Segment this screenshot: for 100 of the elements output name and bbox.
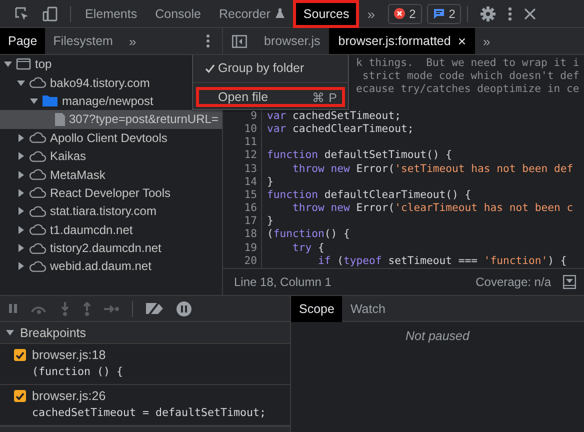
collapsed-triangle-icon[interactable] — [17, 152, 25, 160]
more-tabs-button[interactable]: » — [475, 34, 498, 48]
navigator-tab[interactable]: Filesystem — [45, 28, 121, 54]
code-line: } — [267, 176, 274, 189]
tree-item[interactable]: t1.daumcdn.net — [0, 220, 222, 239]
tree-item[interactable]: webid.ad.daum.net — [0, 257, 222, 276]
coverage-status: Coverage: n/a — [476, 275, 551, 289]
tree-label: webid.ad.daum.net — [50, 259, 152, 274]
cursor-position: Line 18, Column 1 — [234, 275, 332, 289]
line-number: 16 — [243, 202, 257, 216]
panel-tab[interactable]: Recorder — [210, 2, 294, 26]
tree-item[interactable]: tistory2.daumcdn.net — [0, 238, 222, 258]
code-line: try { — [292, 242, 324, 255]
deactivate-breakpoints-icon[interactable] — [145, 302, 164, 315]
inspect-icon[interactable] — [14, 6, 30, 22]
not-paused-message: Not paused — [406, 329, 470, 343]
cloud-icon — [29, 206, 46, 217]
toggle-sidebar-icon[interactable] — [232, 34, 247, 48]
tree-label: top — [35, 57, 52, 72]
device-icon[interactable] — [42, 6, 58, 22]
code-line: var cachedSetTimeout; — [267, 110, 401, 123]
collapsed-triangle-icon[interactable] — [17, 226, 25, 234]
code-line: k things. But we need to wrap it i — [356, 57, 580, 70]
file-tab[interactable]: browser.js:formatted × — [329, 28, 476, 54]
collapsed-triangle-icon[interactable] — [17, 134, 25, 142]
tree-label: manage/newpost — [62, 94, 154, 108]
error-badge[interactable]: 2 — [388, 4, 422, 24]
line-number: 14 — [243, 176, 257, 189]
tree-label: React Developer Tools — [50, 186, 171, 200]
code-line: strict mode code which doesn't def — [361, 70, 580, 84]
breakpoint-code: (function () { — [32, 365, 124, 378]
collapsed-triangle-icon[interactable] — [17, 170, 25, 179]
tree-label: stat.tiara.tistory.com — [50, 204, 156, 218]
sidebar-tab[interactable]: Watch — [342, 296, 394, 322]
line-number: 12 — [243, 149, 257, 162]
pause-on-exceptions-icon[interactable] — [176, 300, 192, 316]
more-options-icon[interactable] — [206, 34, 210, 48]
tree-label: t1.daumcdn.net — [50, 222, 133, 237]
section-title: Breakpoints — [20, 326, 86, 340]
error-icon — [394, 8, 406, 19]
tree-item[interactable]: stat.tiara.tistory.com — [0, 202, 222, 221]
code-line: function defaultSetTimout() { — [267, 149, 452, 162]
tree-item[interactable]: Apollo Client Devtools — [0, 128, 222, 147]
panel-tab[interactable]: Sources — [295, 2, 358, 26]
file-icon — [55, 112, 65, 126]
settings-icon[interactable] — [480, 6, 496, 22]
menu-item[interactable]: Group by folder — [196, 58, 345, 78]
close-tab-button[interactable]: × — [458, 33, 466, 49]
cloud-icon — [29, 77, 46, 88]
keyboard-shortcut: ⌘ P — [312, 90, 337, 104]
expanded-triangle-icon[interactable] — [4, 60, 12, 68]
collapsed-triangle-icon[interactable] — [17, 244, 25, 252]
panel-tab[interactable]: Elements — [77, 2, 146, 26]
pause-icon[interactable] — [8, 303, 18, 314]
code-line: } — [267, 215, 274, 228]
collapsed-triangle-icon[interactable] — [17, 262, 25, 270]
line-number: 17 — [243, 215, 257, 228]
menu-label: Group by folder — [218, 61, 304, 75]
expanded-triangle-icon[interactable] — [17, 78, 25, 87]
breakpoint-checkbox[interactable] — [14, 390, 26, 402]
code-line: ecause try/catches deoptimize in ce — [356, 83, 580, 97]
tree-item[interactable]: React Developer Tools — [0, 184, 222, 202]
tree-label: 307?type=post&returnURL= — [69, 112, 218, 126]
breakpoint-location: browser.js:18 — [32, 348, 106, 362]
more-tabs-button[interactable]: » — [359, 6, 384, 22]
breakpoint-checkbox[interactable] — [14, 349, 26, 361]
line-number: 18 — [243, 228, 257, 242]
flask-icon — [275, 8, 286, 19]
folder-icon — [42, 94, 58, 107]
drawer-toggle-icon[interactable] — [563, 275, 576, 289]
cloud-icon — [29, 242, 46, 254]
sidebar-tab[interactable]: Scope — [291, 296, 342, 322]
message-badge[interactable]: 2 — [426, 4, 462, 24]
tree-item[interactable]: MetaMask — [0, 165, 222, 184]
tree-item[interactable]: Kaikas — [0, 146, 222, 166]
section-header[interactable]: Breakpoints — [0, 322, 290, 344]
line-number: 19 — [243, 242, 257, 255]
tree-label: tistory2.daumcdn.net — [50, 241, 162, 256]
code-line: function defaultClearTimeout() { — [267, 188, 472, 202]
code-line: throw new Error('clearTimeout has not been c — [292, 202, 574, 216]
tree-item[interactable]: 307?type=post&returnURL= — [0, 110, 222, 129]
cloud-icon — [29, 260, 46, 272]
more-options-icon[interactable] — [508, 6, 512, 22]
panel-tab[interactable]: Console — [147, 2, 209, 26]
navigator-tab[interactable]: Page — [0, 28, 46, 54]
expanded-triangle-icon[interactable] — [30, 96, 38, 105]
line-number: 9 — [250, 110, 257, 123]
message-icon — [432, 8, 445, 19]
code-line: (function() { — [267, 228, 350, 242]
line-number: 11 — [243, 136, 257, 150]
line-number: 10 — [243, 122, 257, 136]
file-tab[interactable]: browser.js — [255, 28, 330, 54]
code-line: if (typeof setTimeout === 'function') { — [317, 254, 567, 268]
collapsed-triangle-icon[interactable] — [17, 207, 25, 216]
cloud-icon — [29, 150, 46, 162]
expanded-triangle-icon — [6, 329, 14, 336]
close-icon[interactable] — [524, 8, 536, 20]
more-tabs-button[interactable]: » — [120, 34, 144, 48]
menu-item[interactable]: Open file ⌘ P — [196, 87, 345, 107]
collapsed-triangle-icon[interactable] — [17, 188, 25, 197]
